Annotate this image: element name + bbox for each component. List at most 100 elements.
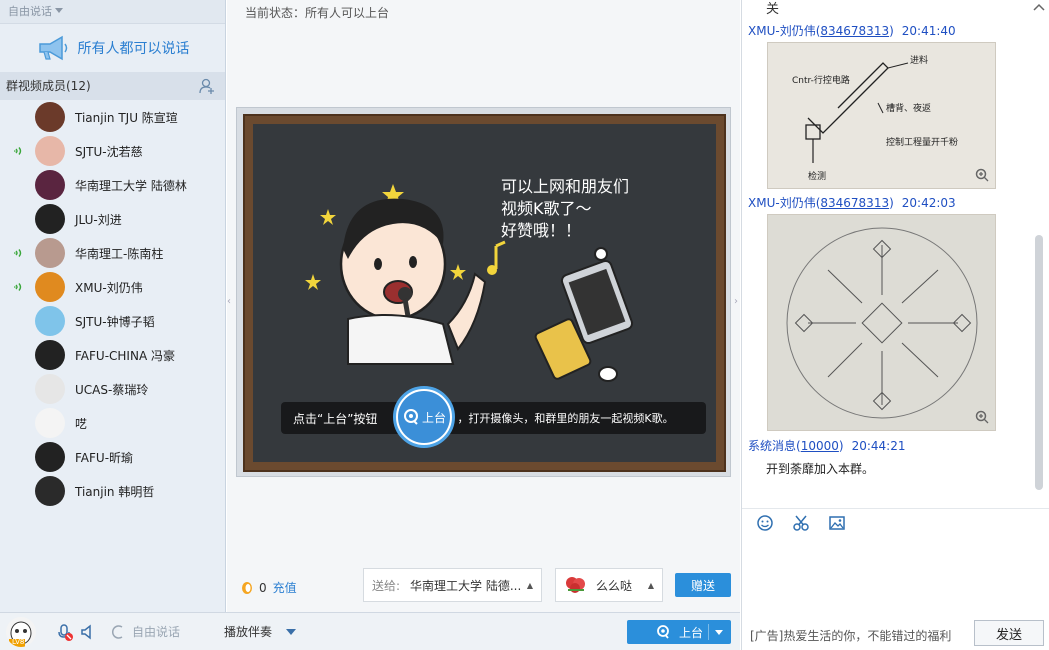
video-stage-panel: 当前状态：所有人可以上台 可以上网和朋友们 视频K歌了～ 好赞哦！！ 点击“上台… xyxy=(227,0,740,612)
member-avatar[interactable] xyxy=(35,204,65,234)
member-avatar[interactable] xyxy=(35,102,65,132)
mic-stage-icon xyxy=(403,409,418,425)
hint-text-right: ，打开摄像头，和群里的朋友一起视频K歌。 xyxy=(457,412,674,425)
gift-send-button[interactable]: 赠送 xyxy=(675,573,731,597)
board-caption-line: 好赞哦！！ xyxy=(501,221,582,240)
send-to-select[interactable]: 送给: 华南理工大学 陆德... ▲ xyxy=(363,568,542,602)
member-name: XMU-刘仍伟 xyxy=(75,280,143,295)
talk-mode-dropdown[interactable]: 自由说话 xyxy=(0,0,225,24)
top-fragment: 关 xyxy=(766,2,780,17)
gift-bar: 0 充值 送给: 华南理工大学 陆德... ▲ 么么哒 ▲ 赠送 xyxy=(227,568,740,602)
member-row[interactable]: FAFU-昕瑜 xyxy=(0,440,225,474)
ad-link[interactable]: [广告]热爱生活的你，不能错过的福利 xyxy=(750,627,951,644)
chat-scrollbar[interactable] xyxy=(1035,235,1043,490)
level-badge: LV8 xyxy=(12,637,25,646)
sketch-label: 检测 xyxy=(808,172,827,182)
send-button-label: 发送 xyxy=(995,627,1022,643)
member-row[interactable]: UCAS-蔡瑞玲 xyxy=(0,372,225,406)
member-row[interactable]: FAFU-CHINA 冯豪 xyxy=(0,338,225,372)
bottom-toolbar: LV8 自由说话 播放伴奏 上台 xyxy=(0,612,740,650)
member-name: 呓 xyxy=(75,416,88,431)
send-to-label: 送给: xyxy=(372,578,401,593)
speaking-icon xyxy=(14,249,22,257)
gift-send-label: 赠送 xyxy=(690,578,715,593)
speaking-icon xyxy=(14,283,22,291)
member-avatar[interactable] xyxy=(35,136,65,166)
member-list: Tianjin TJU 陈宣瑄 SJTU-沈若慈华南理工大学 陆德林 JLU-刘进华… xyxy=(0,100,225,508)
emoji-icon[interactable] xyxy=(756,514,774,532)
member-avatar[interactable] xyxy=(35,340,65,370)
speaker-icon[interactable] xyxy=(80,623,96,640)
chevron-down-icon[interactable] xyxy=(715,630,723,639)
chat-image-sketch[interactable]: Cntr-行控电路 进料 槽背、夜返 控制工程量开千粉 检测 xyxy=(767,42,996,189)
member-row[interactable]: 华南理工-陈南柱 xyxy=(0,236,225,270)
mic-muted-icon[interactable] xyxy=(56,623,74,641)
hint-stage-button[interactable]: 上台 xyxy=(393,386,455,448)
gift-select[interactable]: 么么哒 ▲ xyxy=(555,568,663,602)
system-message-text: 开到荼靡加入本群。 xyxy=(766,462,875,476)
chat-message-header: XMU-刘仍伟(834678313) 20:41:40 xyxy=(748,24,956,38)
stage-button[interactable]: 上台 xyxy=(627,620,731,644)
scissors-icon[interactable] xyxy=(792,514,810,532)
chat-message-header: XMU-刘仍伟(834678313) 20:42:03 xyxy=(748,196,956,210)
sender-id-link[interactable]: 834678313 xyxy=(820,196,889,210)
member-row[interactable]: JLU-刘进 xyxy=(0,202,225,236)
coin-icon xyxy=(242,581,252,594)
member-name: Tianjin TJU 陈宣瑄 xyxy=(75,110,178,125)
accompany-label[interactable]: 播放伴奏 xyxy=(224,623,272,640)
announce-bar: 所有人都可以说话 xyxy=(0,24,225,72)
mic-stage-icon xyxy=(657,625,669,639)
board-caption-line: 视频K歌了～ xyxy=(501,199,592,218)
zoom-in-icon[interactable] xyxy=(975,168,989,182)
member-avatar[interactable] xyxy=(35,272,65,302)
free-talk-label[interactable]: 自由说话 xyxy=(132,623,180,640)
member-name: JLU-刘进 xyxy=(75,212,122,227)
sketch-label: 进料 xyxy=(910,56,929,66)
member-row[interactable]: XMU-刘仍伟 xyxy=(0,270,225,304)
member-name: Tianjin 韩明哲 xyxy=(75,484,155,499)
message-sender: 系统消息( xyxy=(748,439,801,453)
free-talk-icon[interactable] xyxy=(112,624,128,640)
chat-panel: 关 XMU-刘仍伟(834678313) 20:41:40 Cntr-行控电路 进… xyxy=(741,0,1049,650)
image-icon[interactable] xyxy=(828,514,846,532)
self-avatar[interactable]: LV8 xyxy=(6,616,36,647)
member-avatar[interactable] xyxy=(35,374,65,404)
member-row[interactable]: 呓 xyxy=(0,406,225,440)
chalkboard-frame: 可以上网和朋友们 视频K歌了～ 好赞哦！！ 点击“上台”按钮 ，打开摄像头，和群… xyxy=(243,114,726,472)
member-avatar[interactable] xyxy=(35,476,65,506)
caret-up-icon: ▲ xyxy=(526,580,533,590)
member-row[interactable]: Tianjin 韩明哲 xyxy=(0,474,225,508)
recharge-link[interactable]: 充值 xyxy=(273,579,297,596)
message-sender: XMU-刘仍伟( xyxy=(748,24,821,38)
sketch-label: Cntr-行控电路 xyxy=(792,76,850,86)
stage-area: 可以上网和朋友们 视频K歌了～ 好赞哦！！ 点击“上台”按钮 ，打开摄像头，和群… xyxy=(236,107,731,477)
speaking-icon xyxy=(14,147,22,155)
member-row[interactable]: 华南理工大学 陆德林 xyxy=(0,168,225,202)
board-caption-line: 可以上网和朋友们 xyxy=(501,177,630,196)
member-name: SJTU-钟博子韬 xyxy=(75,314,155,329)
accompany-dropdown-icon[interactable] xyxy=(286,629,297,640)
add-member-icon[interactable] xyxy=(199,78,215,94)
message-sender: XMU-刘仍伟( xyxy=(748,196,821,210)
member-avatar[interactable] xyxy=(35,442,65,472)
member-row[interactable]: SJTU-钟博子韬 xyxy=(0,304,225,338)
member-row[interactable]: SJTU-沈若慈 xyxy=(0,134,225,168)
send-button[interactable]: 发送 xyxy=(974,620,1044,646)
chat-image-snowflake[interactable] xyxy=(767,214,996,431)
member-name: 华南理工大学 陆德林 xyxy=(75,178,187,193)
members-header: 群视频成员(12) xyxy=(0,72,225,100)
members-title: 群视频成员(12) xyxy=(6,79,91,93)
member-avatar[interactable] xyxy=(35,306,65,336)
prev-arrow-icon[interactable]: ‹ xyxy=(227,296,231,307)
member-avatar[interactable] xyxy=(35,238,65,268)
sender-id-link[interactable]: 834678313 xyxy=(820,24,889,38)
member-avatar[interactable] xyxy=(35,408,65,438)
zoom-in-icon[interactable] xyxy=(975,410,989,424)
sender-id-link[interactable]: 10000 xyxy=(801,439,839,453)
chat-toolbar xyxy=(756,514,846,532)
member-avatar[interactable] xyxy=(35,170,65,200)
next-arrow-icon[interactable]: › xyxy=(734,296,738,307)
member-row[interactable]: Tianjin TJU 陈宣瑄 xyxy=(0,100,225,134)
member-name: UCAS-蔡瑞玲 xyxy=(75,382,149,397)
collapse-icon[interactable] xyxy=(1032,2,1046,12)
